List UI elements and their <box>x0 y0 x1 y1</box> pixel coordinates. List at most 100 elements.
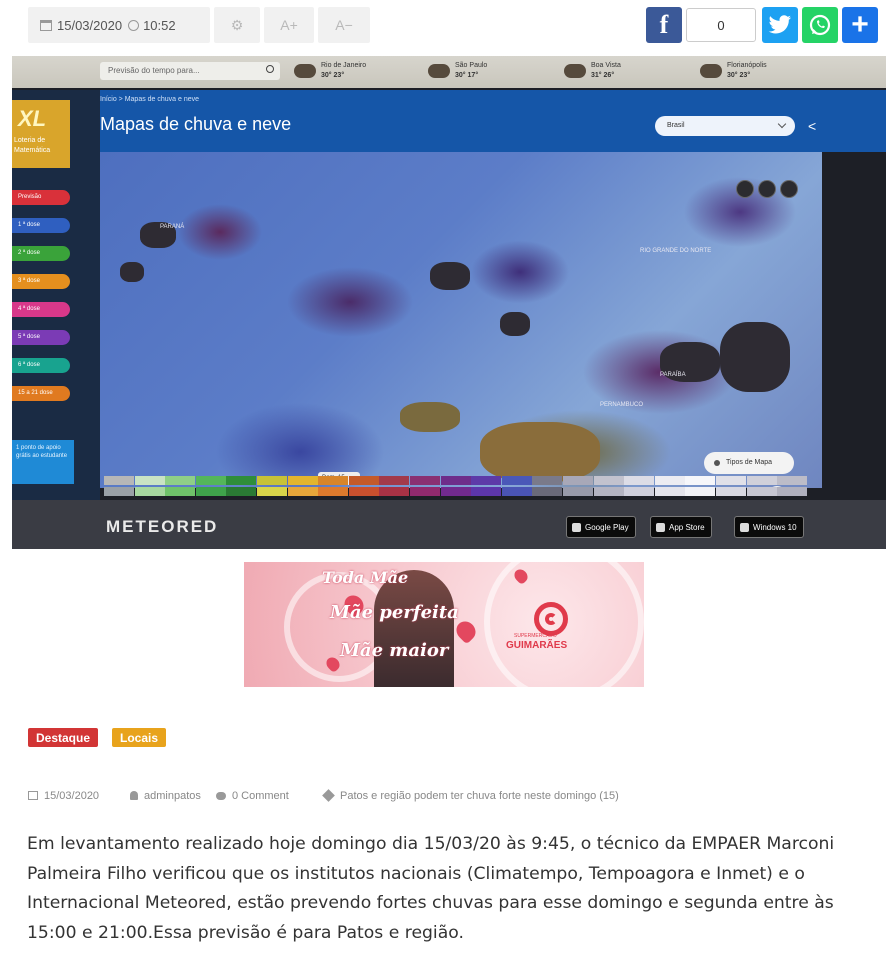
post-time-top: 10:52 <box>143 17 176 33</box>
settings-button[interactable]: ⚙ <box>214 7 260 43</box>
post-date-value: 15/03/2020 <box>44 790 100 802</box>
legend-swatch <box>134 476 165 485</box>
post-comments[interactable]: 0 Comment <box>216 790 289 802</box>
photo-left-sidebar: XL Loteria de Matemática Previsão 1 ª dos… <box>12 90 100 500</box>
legend-swatch <box>104 487 134 496</box>
map-land-patch <box>430 262 470 290</box>
whatsapp-icon <box>809 14 831 36</box>
legend-swatch <box>471 476 502 485</box>
legend-swatch <box>134 487 165 496</box>
legend-swatch <box>318 487 349 496</box>
photo-title: Mapas de chuva e neve <box>100 114 292 134</box>
photo-store-label: Google Play <box>585 523 629 532</box>
font-increase-button[interactable]: A+ <box>264 7 314 43</box>
date-time-box: 15/03/2020 10:52 <box>28 7 210 43</box>
search-icon <box>266 65 274 73</box>
article-paragraph: Em levantamento realizado hoje domingo d… <box>27 834 835 943</box>
photo-city-weather: Boa Vista 31° 26° <box>564 59 664 85</box>
legend-swatch <box>287 487 318 496</box>
share-icon: < <box>808 118 817 134</box>
photo-search-placeholder: Previsão do tempo para... <box>108 66 200 75</box>
photo-city-temps: 30° 17° <box>455 72 479 79</box>
clock-icon <box>128 19 140 31</box>
photo-google-play-badge: Google Play <box>566 516 636 538</box>
legend-swatch <box>563 476 593 485</box>
google-play-icon <box>572 523 581 532</box>
photo-map-type-label: Tipos de Mapa <box>726 459 773 466</box>
photo-footer: METEORED Google Play App Store Windows 1… <box>12 500 886 549</box>
post-author[interactable]: adminpatos <box>130 790 201 802</box>
legend-swatch <box>440 487 471 496</box>
photo-rain-map: RIO GRANDE DO NORTE PERNAMBUCO PARANÁ PA… <box>100 152 822 488</box>
legend-swatch <box>563 487 593 496</box>
photo-windows-badge: Windows 10 <box>734 516 804 538</box>
photo-search-box: Previsão do tempo para... <box>100 62 280 80</box>
legend-swatch <box>654 487 685 496</box>
photo-city-name: Rio de Janeiro <box>321 62 367 69</box>
cloud-icon <box>564 64 586 78</box>
photo-city-weather: Florianópolis 30° 23° <box>700 59 810 85</box>
legend-swatch <box>226 476 257 485</box>
map-zoom-out-icon <box>736 180 754 198</box>
legend-swatch <box>257 476 287 485</box>
banner-photo <box>374 570 454 687</box>
legend-swatch <box>195 476 226 485</box>
legend-swatch <box>226 487 257 496</box>
post-author-value: adminpatos <box>144 790 201 802</box>
photo-city-weather: São Paulo 30° 17° <box>428 59 528 85</box>
post-date-top: 15/03/2020 <box>57 17 123 33</box>
legend-swatch <box>532 476 563 485</box>
photo-header: Início > Mapas de chuva e neve Mapas de … <box>100 90 886 152</box>
banner-brand-small: SUPERMERCADO <box>514 633 557 639</box>
legend-swatch <box>348 476 379 485</box>
legend-swatch <box>501 476 532 485</box>
post-meta: 15/03/2020 adminpatos 0 Comment Patos e … <box>28 789 887 806</box>
whatsapp-share-button[interactable] <box>802 7 838 43</box>
legend-swatch <box>440 476 471 485</box>
legend-swatch <box>287 476 318 485</box>
cloud-icon <box>700 64 722 78</box>
chevron-down-icon <box>777 119 787 129</box>
twitter-share-button[interactable] <box>762 7 798 43</box>
legend-swatch <box>777 476 808 485</box>
legend-swatch <box>716 476 746 485</box>
article-toolbar: 15/03/2020 10:52 ⚙ A+ A− f 0 + <box>28 7 878 43</box>
legend-swatch <box>716 487 746 496</box>
apple-icon <box>656 523 665 532</box>
photo-sidebar-pill: 3 ª dose <box>12 274 70 289</box>
user-icon <box>130 791 138 800</box>
photo-app-store-badge: App Store <box>650 516 712 538</box>
article-image: Previsão do tempo para... Rio de Janeiro… <box>12 56 886 549</box>
tag-locais[interactable]: Locais <box>112 728 167 747</box>
facebook-share-button[interactable]: f <box>646 7 682 43</box>
map-zoom-in-icon <box>758 180 776 198</box>
photo-city-name: Boa Vista <box>591 62 621 69</box>
photo-city-temps: 31° 26° <box>591 72 615 79</box>
font-decrease-button[interactable]: A− <box>318 7 370 43</box>
legend-swatch <box>471 487 502 496</box>
tag-icon <box>322 789 335 802</box>
more-share-button[interactable]: + <box>842 7 878 43</box>
post-date: 15/03/2020 <box>28 790 99 802</box>
photo-logo: XL Loteria de Matemática <box>12 100 70 168</box>
photo-sidebar-pill: Previsão <box>12 190 70 205</box>
advertisement-banner[interactable]: Toda Mãe Mãe perfeita Mãe maior SUPERMER… <box>244 562 644 687</box>
legend-swatch <box>746 476 777 485</box>
legend-swatch <box>593 487 624 496</box>
gear-icon: ⚙ <box>230 16 244 33</box>
map-land-patch <box>120 262 144 282</box>
calendar-icon <box>40 19 52 31</box>
tag-destaque[interactable]: Destaque <box>28 728 99 747</box>
twitter-bird-icon <box>768 15 792 34</box>
photo-sidebar-pill: 4 ª dose <box>12 302 70 317</box>
map-state-label: PERNAMBUCO <box>600 402 644 408</box>
map-land-patch <box>500 312 530 336</box>
post-topic[interactable]: Patos e região podem ter chuva forte nes… <box>322 789 619 802</box>
map-state-label: PARAÍBA <box>660 372 686 378</box>
legend-swatch <box>685 487 716 496</box>
photo-sidebar-pill: 1 ª dose <box>12 218 70 233</box>
windows-icon <box>740 523 749 532</box>
photo-breadcrumb: Início > Mapas de chuva e neve <box>100 96 200 103</box>
photo-top-bar: Previsão do tempo para... Rio de Janeiro… <box>12 56 886 88</box>
photo-city-name: São Paulo <box>455 62 488 69</box>
